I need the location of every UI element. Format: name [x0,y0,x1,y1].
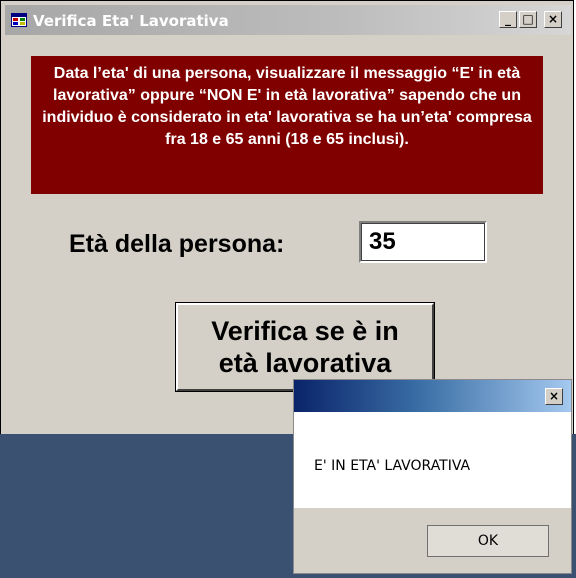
message-box: × E' IN ETA' LAVORATIVA OK [293,379,572,574]
age-label: Età della persona: [69,230,285,258]
minimize-button[interactable]: _ [499,11,517,28]
message-text: E' IN ETA' LAVORATIVA [314,458,471,474]
maximize-button[interactable]: □ [519,11,537,28]
message-box-title-bar[interactable]: × [294,380,571,412]
verify-button-label-line2: età lavorativa [218,348,392,378]
message-box-footer: OK [294,508,571,573]
window-title: Verifica Eta' Lavorativa [33,12,229,30]
verify-button[interactable]: Verifica se è in età lavorativa [175,302,435,392]
message-box-close-button[interactable]: × [545,388,563,405]
ok-button[interactable]: OK [427,525,549,557]
title-bar[interactable]: Verifica Eta' Lavorativa _ □ × [5,5,571,35]
description-panel: Data l’eta' di una persona, visualizzare… [31,56,543,194]
verify-button-label-line1: Verifica se è in [211,316,399,346]
close-button[interactable]: × [544,11,562,28]
app-icon [11,13,27,27]
age-input[interactable] [359,221,487,263]
